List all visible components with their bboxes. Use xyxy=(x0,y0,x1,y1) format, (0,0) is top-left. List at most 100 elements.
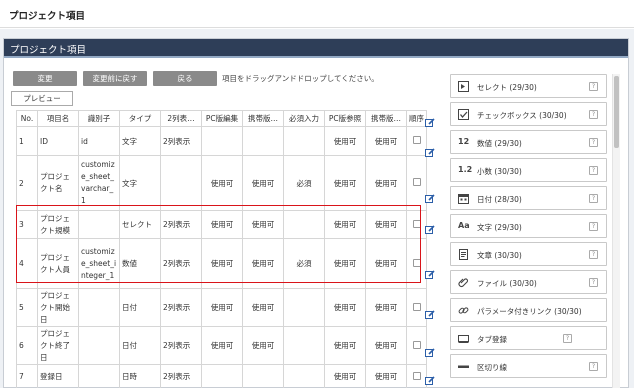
divider-icon xyxy=(458,365,469,368)
palette-item-label: 区切り線 xyxy=(477,363,507,372)
document-icon xyxy=(459,249,468,260)
row-type: 文字 xyxy=(119,126,161,156)
scrollbar-thumb[interactable] xyxy=(614,76,619,148)
col-header-required: 必須入力 xyxy=(283,110,325,127)
help-icon[interactable]: ? xyxy=(589,82,598,91)
row-mobile-reference: 使用可 xyxy=(365,326,407,365)
row-name: 登録日 xyxy=(37,364,79,388)
edit-icon[interactable] xyxy=(425,225,435,234)
row-mobile-edit: 使用可 xyxy=(242,238,284,289)
palette-item-label: チェックボックス (30/30) xyxy=(477,111,567,120)
row-two-column: 2列表示 xyxy=(160,326,202,365)
revert-button[interactable]: 変更前に戻す xyxy=(83,71,147,86)
row-checkbox[interactable] xyxy=(412,219,421,228)
back-button[interactable]: 戻る xyxy=(153,71,217,86)
row-identifier xyxy=(78,326,120,365)
col-header-identifier: 識別子 xyxy=(78,110,120,127)
palette-item-parameter-link[interactable]: パラメータ付きリンク (30/30) xyxy=(450,298,607,322)
row-checkbox[interactable] xyxy=(412,258,421,267)
help-icon[interactable]: ? xyxy=(589,194,598,203)
decimal-icon: 1.2 xyxy=(458,165,473,174)
row-pc-reference: 使用可 xyxy=(324,155,366,211)
row-type: セレクト xyxy=(119,210,161,239)
edit-icon[interactable] xyxy=(425,148,435,157)
window-title: プロジェクト項目 xyxy=(9,11,86,22)
table-row[interactable]: 1 ID id 文字 2列表示 使用可 使用可 xyxy=(16,126,427,156)
row-no: 3 xyxy=(16,210,38,239)
preview-button[interactable]: プレビュー xyxy=(11,91,73,106)
palette-item-label: セレクト (29/30) xyxy=(477,83,537,92)
row-two-column: 2列表示 xyxy=(160,364,202,388)
row-name: ID xyxy=(37,126,79,156)
col-header-two-column: 2列表… xyxy=(160,110,202,127)
palette-scrollbar[interactable] xyxy=(612,74,620,388)
tab-icon xyxy=(458,335,469,343)
edit-icon[interactable] xyxy=(425,270,435,279)
row-two-column: 2列表示 xyxy=(160,288,202,327)
row-mobile-edit: 使用可 xyxy=(242,210,284,239)
change-button[interactable]: 変更 xyxy=(13,71,77,86)
row-no: 2 xyxy=(16,155,38,211)
table-row[interactable]: 7 登録日 日時 2列表示 使用可 使用可 xyxy=(16,364,427,388)
help-icon[interactable]: ? xyxy=(589,138,598,147)
palette-item-number[interactable]: 12 数値 (29/30) ? xyxy=(450,130,607,154)
palette-item-divider[interactable]: 区切り線 ? xyxy=(450,354,607,378)
table-row[interactable]: 5 プロジェクト開始日 日付 2列表示 使用可 使用可 使用可 使用可 xyxy=(16,288,427,327)
help-icon[interactable]: ? xyxy=(589,362,598,371)
col-header-name: 項目名 xyxy=(37,110,79,127)
row-two-column: 2列表示 xyxy=(160,126,202,156)
edit-icon[interactable] xyxy=(425,118,435,127)
row-name: プロジェクト終了日 xyxy=(37,326,79,365)
row-identifier xyxy=(78,364,120,388)
palette-item-select[interactable]: セレクト (29/30) ? xyxy=(450,74,607,98)
help-icon[interactable]: ? xyxy=(589,222,598,231)
text-icon: Aa xyxy=(458,221,470,230)
row-required xyxy=(283,210,325,239)
col-header-type: タイプ xyxy=(119,110,161,127)
palette-item-decimal[interactable]: 1.2 小数 (30/30) ? xyxy=(450,158,607,182)
row-name: プロジェクト人員 xyxy=(37,238,79,289)
help-icon[interactable]: ? xyxy=(589,250,598,259)
edit-icon[interactable] xyxy=(425,348,435,357)
row-two-column xyxy=(160,155,202,211)
row-checkbox[interactable] xyxy=(412,340,421,349)
row-mobile-edit xyxy=(242,126,284,156)
table-row[interactable]: 4 プロジェクト人員 customize_sheet_integer_1 数値 … xyxy=(16,238,427,289)
table-row[interactable]: 2 プロジェクト名 customize_sheet_varchar_1 文字 使… xyxy=(16,155,427,211)
table-row[interactable]: 6 プロジェクト終了日 日付 2列表示 使用可 使用可 使用可 使用可 xyxy=(16,326,427,365)
row-checkbox[interactable] xyxy=(412,371,421,380)
window-title-bar: プロジェクト項目 xyxy=(0,0,634,28)
row-mobile-reference: 使用可 xyxy=(365,126,407,156)
help-icon[interactable]: ? xyxy=(563,334,572,343)
row-pc-edit: 使用可 xyxy=(201,238,243,289)
row-two-column: 2列表示 xyxy=(160,238,202,289)
palette-item-document[interactable]: 文章 (30/30) ? xyxy=(450,242,607,266)
row-pc-edit: 使用可 xyxy=(201,326,243,365)
palette-item-label: 文字 (29/30) xyxy=(477,223,522,232)
row-identifier xyxy=(78,288,120,327)
row-checkbox[interactable] xyxy=(412,302,421,311)
edit-icon[interactable] xyxy=(425,194,435,203)
calendar-icon xyxy=(458,194,469,204)
row-no: 4 xyxy=(16,238,38,289)
palette-item-file[interactable]: ファイル (30/30) ? xyxy=(450,270,607,294)
palette-item-tab[interactable]: タブ登録 ? xyxy=(450,326,607,350)
help-icon[interactable]: ? xyxy=(589,166,598,175)
table-header-row: No. 項目名 識別子 タイプ 2列表… PC版編集 携帯版… 必須入力 PC版… xyxy=(16,110,427,127)
row-checkbox[interactable] xyxy=(412,178,421,186)
row-required xyxy=(283,126,325,156)
palette-item-text[interactable]: Aa 文字 (29/30) ? xyxy=(450,214,607,238)
row-checkbox[interactable] xyxy=(412,136,421,144)
row-identifier: customize_sheet_varchar_1 xyxy=(78,155,120,211)
table-row[interactable]: 3 プロジェクト規模 セレクト 2列表示 使用可 使用可 使用可 使用可 xyxy=(16,210,427,239)
edit-icon[interactable] xyxy=(425,376,435,385)
help-icon[interactable]: ? xyxy=(589,278,598,287)
palette-item-checkbox[interactable]: チェックボックス (30/30) ? xyxy=(450,102,607,126)
edit-icon[interactable] xyxy=(425,310,435,319)
row-no: 5 xyxy=(16,288,38,327)
palette-item-date[interactable]: 日付 (28/30) ? xyxy=(450,186,607,210)
row-pc-edit: 使用可 xyxy=(201,210,243,239)
row-pc-reference: 使用可 xyxy=(324,326,366,365)
help-icon[interactable]: ? xyxy=(589,110,598,119)
select-icon xyxy=(458,81,469,92)
